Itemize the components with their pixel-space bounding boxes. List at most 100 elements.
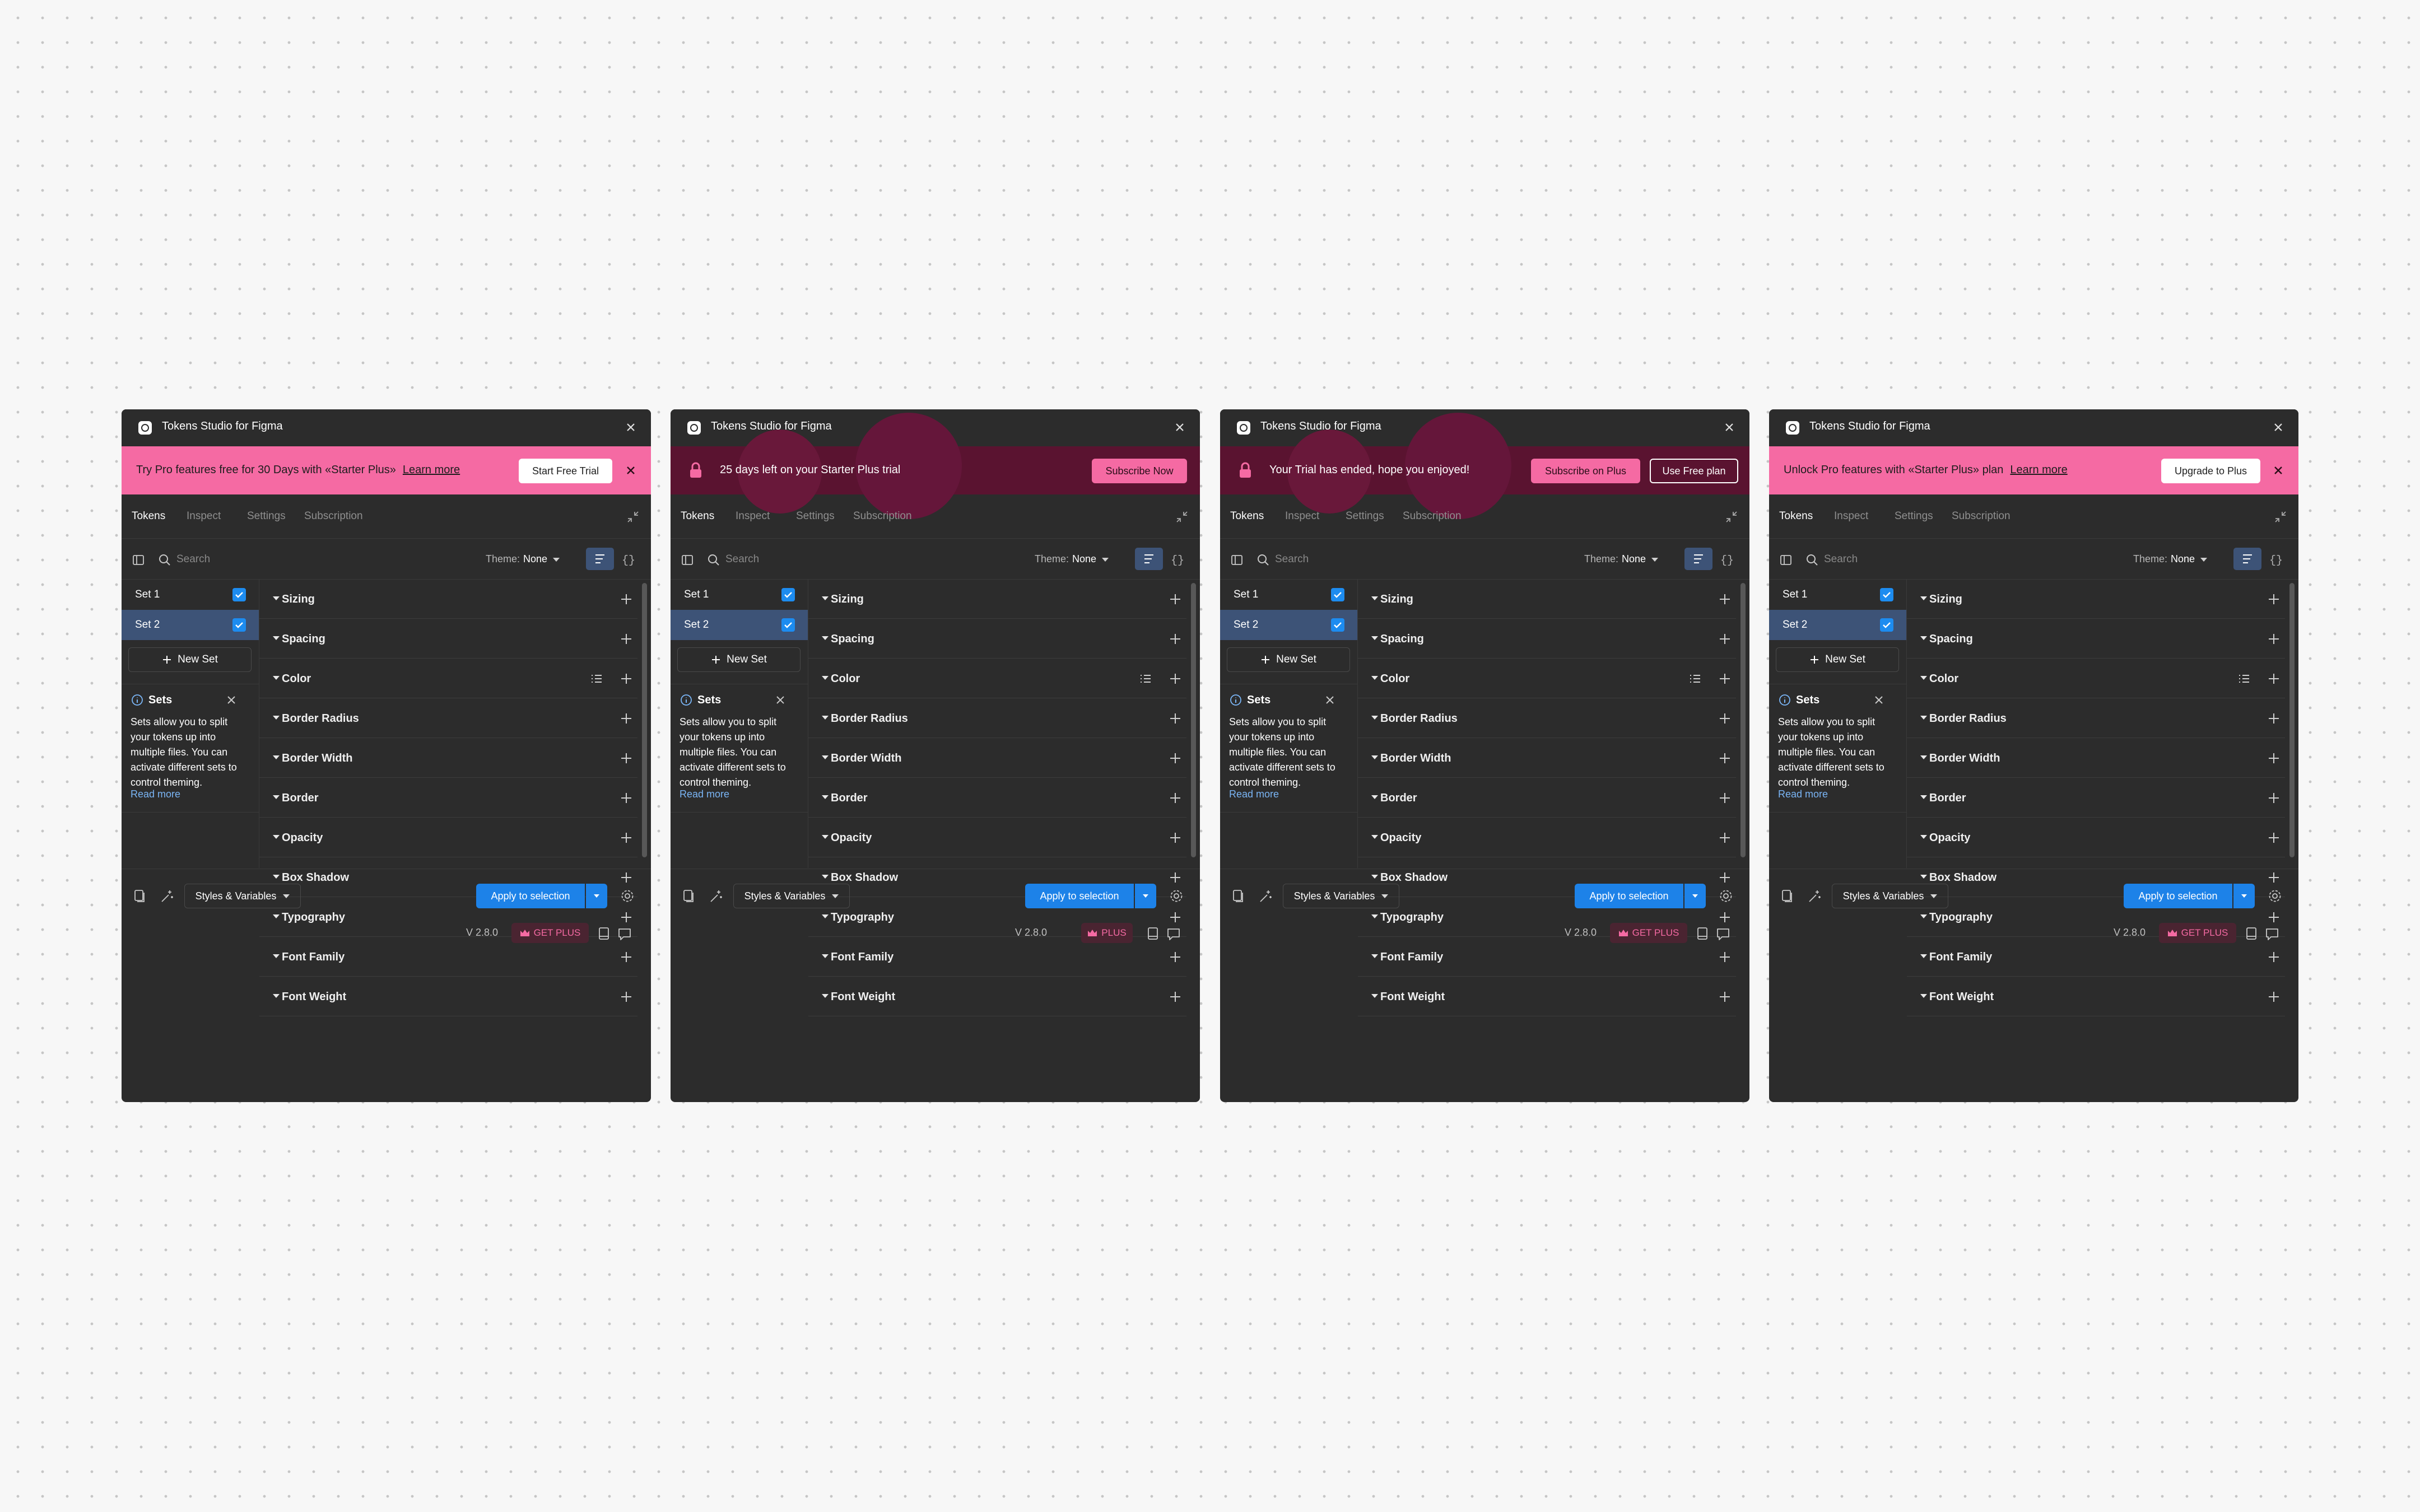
set-row-1[interactable]: Set 1 [1220,580,1357,610]
add-token-icon[interactable] [2266,711,2282,726]
set-checkbox[interactable] [1331,618,1344,632]
apply-options-dropdown[interactable] [2233,884,2255,908]
token-group-row[interactable]: Spacing [259,619,637,659]
token-group-row[interactable]: Sizing [1358,580,1736,619]
set-checkbox[interactable] [781,618,795,632]
json-view-icon[interactable]: {} [617,549,640,570]
close-window-icon[interactable] [1169,416,1191,438]
set-row-2[interactable]: Set 2 [1769,610,1906,640]
search-input[interactable] [724,549,951,570]
list-view-icon[interactable] [1138,671,1153,687]
scrollbar[interactable] [2289,583,2295,857]
add-token-icon[interactable] [618,790,634,806]
read-more-link[interactable]: Read more [1229,788,1279,800]
gear-icon[interactable] [2266,887,2284,905]
book-icon[interactable] [1695,926,1710,941]
tab-settings[interactable]: Settings [796,510,835,522]
token-group-row[interactable]: Border Radius [1907,699,2285,738]
tab-subscription[interactable]: Subscription [1403,510,1462,522]
json-view-icon[interactable]: {} [1716,549,1738,570]
apply-to-selection-button[interactable]: Apply to selection [2124,884,2232,908]
close-window-icon[interactable] [620,416,642,438]
token-group-row[interactable]: Border Width [808,739,1186,778]
json-view-icon[interactable]: {} [1166,549,1189,570]
close-window-icon[interactable] [1718,416,1740,438]
apply-options-dropdown[interactable] [1135,884,1156,908]
add-token-icon[interactable] [1717,671,1733,687]
add-token-icon[interactable] [2266,790,2282,806]
set-row-2[interactable]: Set 2 [1220,610,1357,640]
token-group-row[interactable]: Border [808,778,1186,818]
set-row-1[interactable]: Set 1 [1769,580,1906,610]
feedback-icon[interactable] [1715,926,1731,942]
token-group-row[interactable]: Border Radius [1358,699,1736,738]
new-set-button[interactable]: New Set [128,647,252,672]
close-info-icon[interactable] [772,692,788,708]
upgrade-to-plus-button[interactable]: Upgrade to Plus [2161,459,2260,483]
set-checkbox[interactable] [1331,588,1344,601]
dismiss-banner-icon[interactable] [621,460,641,480]
gear-icon[interactable] [1717,887,1735,905]
add-token-icon[interactable] [2266,591,2282,607]
add-token-icon[interactable] [1167,711,1183,726]
add-token-icon[interactable] [2266,750,2282,766]
token-group-row[interactable]: Border Width [259,739,637,778]
list-view-icon[interactable] [1687,671,1703,687]
token-group-row[interactable]: Border Width [1358,739,1736,778]
token-group-row[interactable]: Border [1358,778,1736,818]
read-more-link[interactable]: Read more [680,788,729,800]
set-checkbox[interactable] [1880,588,1893,601]
book-icon[interactable] [1146,926,1160,941]
add-token-icon[interactable] [1167,830,1183,846]
document-icon[interactable] [132,888,147,904]
sidebar-toggle-icon[interactable] [1779,553,1793,567]
token-group-row[interactable]: Opacity [1358,818,1736,857]
token-group-row[interactable]: Sizing [259,580,637,619]
add-token-icon[interactable] [2266,631,2282,647]
styles-variables-dropdown[interactable]: Styles & Variables [1283,884,1399,908]
dismiss-banner-icon[interactable] [2268,460,2288,480]
get-plus-badge[interactable]: GET PLUS [1610,923,1687,943]
apply-to-selection-button[interactable]: Apply to selection [1575,884,1683,908]
add-token-icon[interactable] [1717,591,1733,607]
add-token-icon[interactable] [1167,591,1183,607]
token-group-row[interactable]: Color [1358,659,1736,698]
use-free-plan-button[interactable]: Use Free plan [1650,459,1738,483]
sparkle-icon[interactable] [1257,888,1274,905]
json-view-icon[interactable]: {} [2265,549,2287,570]
add-token-icon[interactable] [618,711,634,726]
sparkle-icon[interactable] [708,888,724,905]
token-group-row[interactable]: Border Radius [259,699,637,738]
tab-tokens[interactable]: Tokens [1779,510,1813,522]
search-input[interactable] [1823,549,2049,570]
add-token-icon[interactable] [1167,671,1183,687]
start-free-trial-button[interactable]: Start Free Trial [519,459,612,483]
apply-options-dropdown[interactable] [1684,884,1706,908]
add-token-icon[interactable] [1167,631,1183,647]
set-checkbox[interactable] [1880,618,1893,632]
collapse-icon[interactable] [2272,508,2289,526]
token-group-row[interactable]: Opacity [1907,818,2285,857]
sparkle-icon[interactable] [159,888,175,905]
token-group-row[interactable]: Border Width [1907,739,2285,778]
add-token-icon[interactable] [1717,830,1733,846]
token-group-row[interactable]: Border Radius [808,699,1186,738]
sidebar-toggle-icon[interactable] [1230,553,1244,567]
token-group-row[interactable]: Spacing [1358,619,1736,659]
token-group-row[interactable]: Spacing [1907,619,2285,659]
set-row-1[interactable]: Set 1 [122,580,259,610]
plus-badge[interactable]: PLUS [1081,923,1133,943]
token-group-row[interactable]: Border [1907,778,2285,818]
theme-selector[interactable]: Theme: None [1035,553,1109,565]
tab-subscription[interactable]: Subscription [304,510,363,522]
close-info-icon[interactable] [1871,692,1887,708]
feedback-icon[interactable] [2264,926,2280,942]
book-icon[interactable] [2244,926,2259,941]
token-group-row[interactable]: Color [1907,659,2285,698]
tab-inspect[interactable]: Inspect [736,510,770,522]
add-token-icon[interactable] [618,750,634,766]
list-view-toggle[interactable] [1684,548,1712,570]
get-plus-badge[interactable]: GET PLUS [2159,923,2236,943]
add-token-icon[interactable] [2266,671,2282,687]
read-more-link[interactable]: Read more [131,788,180,800]
